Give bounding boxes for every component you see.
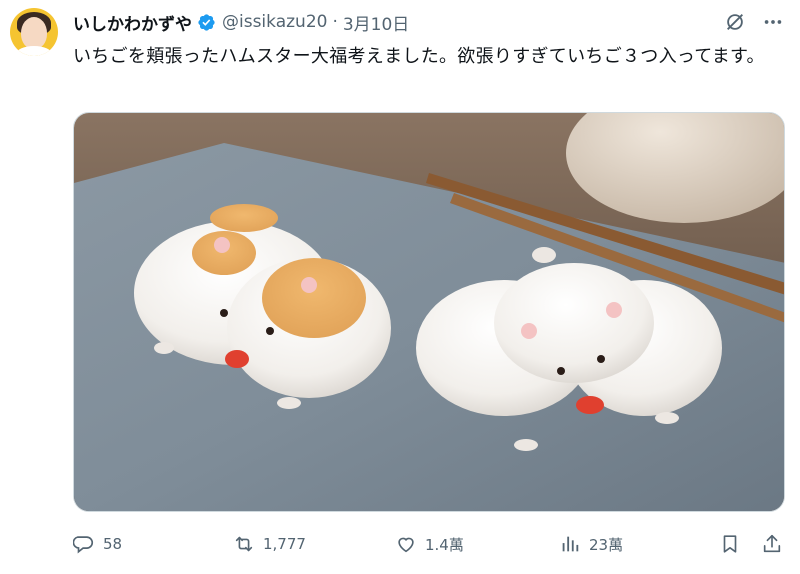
verified-badge-icon bbox=[197, 13, 216, 32]
reply-count: 58 bbox=[103, 535, 123, 553]
separator-dot: · bbox=[332, 12, 338, 32]
tweet-header: いしかわかずや @issikazu20 · 3月10日 bbox=[73, 10, 409, 35]
grok-icon[interactable] bbox=[724, 11, 746, 33]
header-icons bbox=[724, 10, 784, 34]
tweet-date[interactable]: 3月10日 bbox=[343, 10, 409, 35]
avatar-shirt bbox=[16, 46, 52, 56]
bookmark-button[interactable] bbox=[719, 526, 741, 562]
display-name[interactable]: いしかわかずや bbox=[73, 10, 192, 35]
avatar-face bbox=[21, 17, 47, 49]
reply-button[interactable]: 58 bbox=[73, 526, 122, 562]
bookmark-icon bbox=[723, 535, 737, 553]
avatar[interactable] bbox=[10, 8, 58, 56]
tweet-photo[interactable] bbox=[73, 112, 785, 512]
views-button[interactable]: 23萬 bbox=[559, 526, 623, 562]
tweet-card[interactable]: いしかわかずや @issikazu20 · 3月10日 いちごを頬張ったハムスタ… bbox=[0, 0, 800, 574]
like-button[interactable]: 1.4萬 bbox=[395, 526, 464, 562]
share-icon bbox=[763, 534, 781, 553]
views-count: 23萬 bbox=[589, 535, 624, 554]
more-icon[interactable] bbox=[762, 11, 784, 33]
like-count: 1.4萬 bbox=[425, 535, 464, 554]
retweet-icon bbox=[235, 536, 253, 552]
action-bar: 58 1,777 1.4萬 23萬 bbox=[73, 526, 785, 562]
tweet-text: いちごを頬張ったハムスター大福考えました。欲張りすぎていちご３つ入ってます。 bbox=[73, 46, 765, 67]
retweet-count: 1,777 bbox=[263, 535, 306, 553]
reply-icon bbox=[73, 536, 93, 554]
share-button[interactable] bbox=[761, 526, 783, 562]
user-handle[interactable]: @issikazu20 bbox=[222, 12, 327, 32]
heart-icon bbox=[398, 537, 414, 553]
retweet-button[interactable]: 1,777 bbox=[233, 526, 306, 562]
hamster-daifuku-photo bbox=[74, 113, 784, 511]
views-icon bbox=[562, 536, 579, 552]
